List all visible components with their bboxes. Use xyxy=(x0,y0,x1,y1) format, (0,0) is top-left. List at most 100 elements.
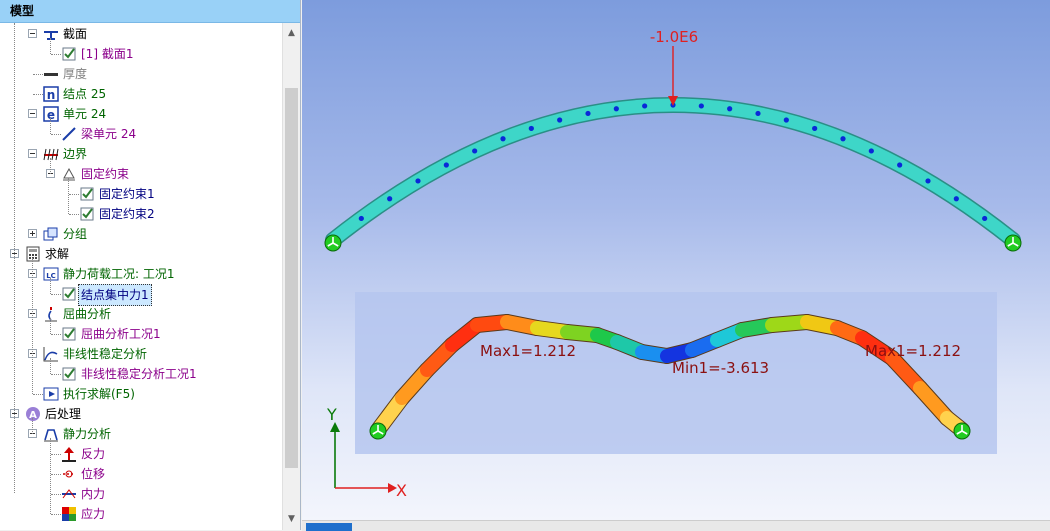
collapse-icon[interactable] xyxy=(28,109,37,118)
tree-node-label[interactable]: 结点集中力1 xyxy=(78,284,152,306)
check-icon xyxy=(61,326,77,342)
axis-y-label: Y xyxy=(326,405,337,424)
tree-node[interactable]: 厚度 xyxy=(0,64,282,84)
tree-node[interactable]: e 单元 24 xyxy=(0,104,282,124)
vertical-scrollbar[interactable]: ▲ ▼ xyxy=(282,23,300,530)
tree-connector xyxy=(32,258,33,394)
collapse-icon[interactable] xyxy=(28,29,37,38)
tree-connector xyxy=(50,278,51,294)
arch-node xyxy=(358,215,364,222)
tree-node-label[interactable]: 后处理 xyxy=(45,404,81,424)
tree-node[interactable]: n 结点 25 xyxy=(0,84,282,104)
tree-node-label[interactable]: 非线性稳定分析工况1 xyxy=(81,364,197,384)
3d-viewport[interactable]: -1.0E6 Max1=1.212 Min1=-3.613 Max1=1.212… xyxy=(302,0,1050,520)
scroll-down-icon[interactable]: ▼ xyxy=(283,511,300,528)
displacement-icon xyxy=(61,466,77,482)
arch-node xyxy=(472,148,478,154)
tree-node[interactable]: 求解 xyxy=(0,244,282,264)
tree-node-label[interactable]: 执行求解(F5) xyxy=(63,384,135,404)
tree-node[interactable]: 截面 xyxy=(0,24,282,44)
tree-node[interactable]: 边界 xyxy=(0,144,282,164)
tree-node[interactable]: 固定约束2 xyxy=(0,204,282,224)
tree-node-label[interactable]: 单元 24 xyxy=(63,104,106,124)
tree-connector xyxy=(51,494,61,495)
tree-node-label[interactable]: 厚度 xyxy=(63,64,87,84)
tree-node-label[interactable]: 屈曲分析工况1 xyxy=(81,324,161,344)
collapse-icon[interactable] xyxy=(28,149,37,158)
tree-node[interactable]: 应力 xyxy=(0,504,282,524)
tree-node[interactable]: 屈曲分析工况1 xyxy=(0,324,282,344)
tree-node-label[interactable]: 梁单元 24 xyxy=(81,124,136,144)
tree-node-label[interactable]: 屈曲分析 xyxy=(63,304,111,324)
tree-node[interactable]: 固定约束1 xyxy=(0,184,282,204)
tree-node-label[interactable]: 固定约束 xyxy=(81,164,129,184)
tree-node[interactable]: 执行求解(F5) xyxy=(0,384,282,404)
tree-node-label[interactable]: 内力 xyxy=(81,484,105,504)
svg-text:n: n xyxy=(47,88,56,102)
check-icon xyxy=(61,46,77,62)
run-icon xyxy=(43,386,59,402)
arch-node xyxy=(557,117,563,123)
tree-connector xyxy=(14,23,15,493)
tree-connector xyxy=(33,394,43,395)
arch-node xyxy=(953,196,959,202)
check-icon xyxy=(79,186,95,202)
tree-node[interactable]: 内力 xyxy=(0,484,282,504)
tree-node[interactable]: LC 静力荷载工况: 工况1 xyxy=(0,264,282,284)
model-panel: 模型 截面 [1] 截面1 厚度 n 结点 25 e 单元 24 梁单元 24 边界 固定约束 固定… xyxy=(0,0,301,530)
tree-node[interactable]: 非线性稳定分析 xyxy=(0,344,282,364)
tree-node[interactable]: 静力分析 xyxy=(0,424,282,444)
static-icon xyxy=(43,426,59,442)
tree-node-label[interactable]: 反力 xyxy=(81,444,105,464)
tree-connector xyxy=(51,54,61,55)
model-tree[interactable]: 截面 [1] 截面1 厚度 n 结点 25 e 单元 24 梁单元 24 边界 固定约束 固定约束1… xyxy=(0,23,282,530)
tree-node[interactable]: A 后处理 xyxy=(0,404,282,424)
tree-node-label[interactable]: 位移 xyxy=(81,464,105,484)
arch-node xyxy=(755,110,761,117)
arch-node xyxy=(642,103,648,109)
tree-node-label[interactable]: [1] 截面1 xyxy=(81,44,133,64)
min-center-label: Min1=-3.613 xyxy=(672,359,769,377)
tree-node-label[interactable]: 截面 xyxy=(63,24,87,44)
scroll-up-icon[interactable]: ▲ xyxy=(283,25,300,42)
tree-node[interactable]: 屈曲分析 xyxy=(0,304,282,324)
support-icon xyxy=(369,422,387,440)
solve-icon xyxy=(25,246,41,262)
tree-connector xyxy=(51,454,61,455)
tree-node-label[interactable]: 静力分析 xyxy=(63,424,111,444)
support-icon xyxy=(953,422,971,440)
expand-icon[interactable] xyxy=(28,229,37,238)
tree-node-label[interactable]: 固定约束1 xyxy=(99,184,155,204)
tree-node-label[interactable]: 静力荷载工况: 工况1 xyxy=(63,264,175,284)
tree-node[interactable]: [1] 截面1 xyxy=(0,44,282,64)
tree-node[interactable]: 结点集中力1 xyxy=(0,284,282,306)
tree-node[interactable]: 位移 xyxy=(0,464,282,484)
reaction-icon xyxy=(61,446,77,462)
tree-connector xyxy=(51,474,61,475)
tree-node[interactable]: 反力 xyxy=(0,444,282,464)
tree-connector xyxy=(50,438,51,514)
panel-title: 模型 xyxy=(0,0,300,23)
tree-node[interactable]: 非线性稳定分析工况1 xyxy=(0,364,282,384)
tree-node[interactable]: 分组 xyxy=(0,224,282,244)
arch-node xyxy=(698,103,704,109)
tree-node-label[interactable]: 边界 xyxy=(63,144,87,164)
lc-icon: LC xyxy=(43,266,59,282)
tree-node-label[interactable]: 固定约束2 xyxy=(99,204,155,224)
tree-node[interactable]: 梁单元 24 xyxy=(0,124,282,144)
tree-node[interactable]: 固定约束 xyxy=(0,164,282,184)
tree-node-label[interactable]: 非线性稳定分析 xyxy=(63,344,147,364)
max-right-label: Max1=1.212 xyxy=(865,342,961,360)
tree-node-label[interactable]: 结点 25 xyxy=(63,84,106,104)
tree-connector xyxy=(50,118,51,134)
tree-node-label[interactable]: 求解 xyxy=(45,244,69,264)
tree-node-label[interactable]: 分组 xyxy=(63,224,87,244)
tree-connector xyxy=(50,158,51,174)
section-icon xyxy=(43,26,59,42)
scrollbar-thumb[interactable] xyxy=(285,88,298,468)
arch-node xyxy=(585,110,591,117)
fixed-icon xyxy=(61,166,77,182)
viewport-canvas[interactable]: -1.0E6 Max1=1.212 Min1=-3.613 Max1=1.212… xyxy=(302,0,1050,520)
tree-node-label[interactable]: 应力 xyxy=(81,504,105,524)
arch-model[interactable] xyxy=(325,97,1021,248)
